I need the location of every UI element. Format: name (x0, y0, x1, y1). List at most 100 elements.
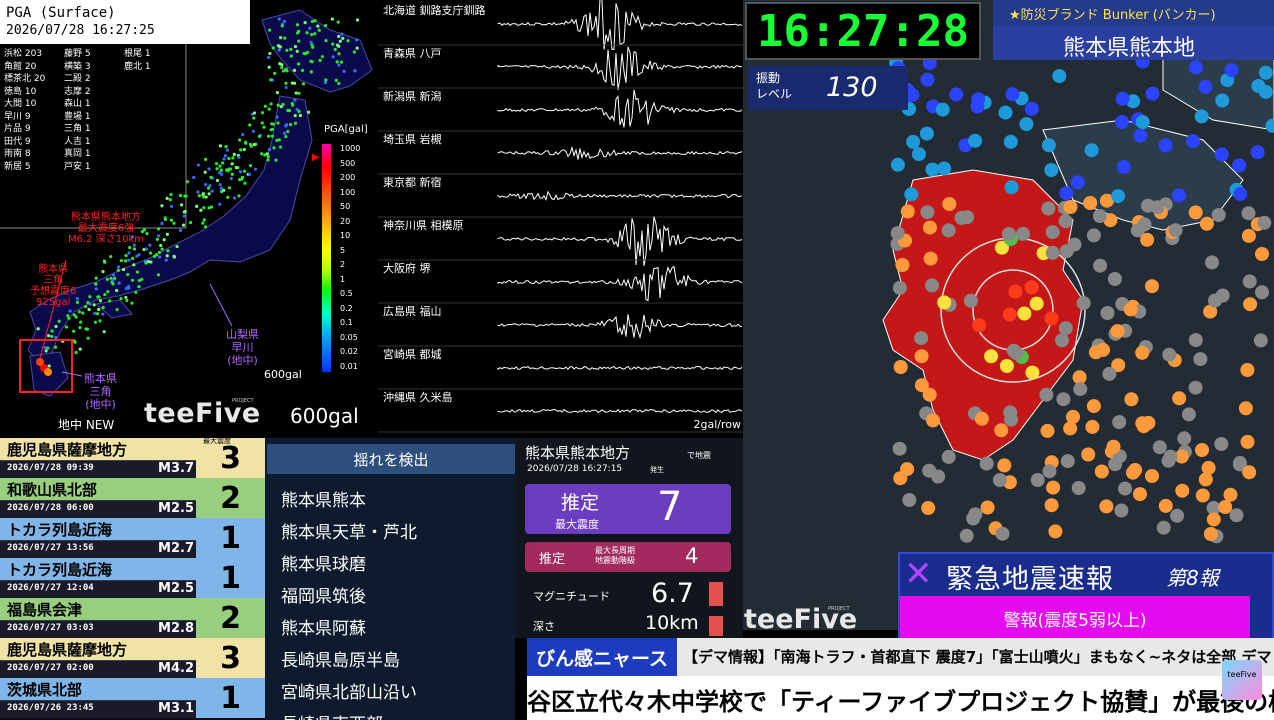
intensity-station-dot (1004, 180, 1019, 195)
seismogram-unit: 2gal/row (693, 418, 742, 431)
station-dot (284, 81, 288, 85)
long-period-box: 推定 最大長周期 地震動階級 4 (525, 542, 731, 572)
history-row-bg: 茨城県北部 2026/07/26 23:45 M3.1 (0, 678, 196, 718)
intensity-station-dot (1073, 382, 1088, 397)
station-dot (203, 170, 207, 174)
ticker-label: びん感ニャース (527, 638, 677, 676)
ticker-text: 【デマ情報】「南海トラフ・首都直下 震度7」「富士山噴火」まもなく~ネタは全部 … (683, 648, 1272, 666)
estimated-intensity-box: 推定 最大震度 7 (525, 484, 731, 534)
intensity-station-dot (1172, 391, 1187, 406)
intensity-station-dot (1198, 79, 1213, 94)
station-dot-strong (36, 358, 44, 366)
station-dot (96, 312, 100, 316)
detected-area: 熊本県熊本 (281, 491, 366, 511)
station-dot (135, 270, 140, 274)
station-dot (36, 327, 40, 331)
station-dot (109, 255, 113, 259)
station-dot (92, 303, 96, 307)
intensity-station-dot (1194, 109, 1209, 124)
intensity-station-dot (1203, 527, 1218, 541)
station-dot (119, 296, 123, 301)
station-dot (127, 258, 131, 262)
intensity-station-dot (1186, 134, 1200, 149)
station-dot (308, 26, 312, 30)
intensity-station-dot (1006, 343, 1021, 358)
intensity-station-dot (1005, 87, 1020, 102)
station-dot (47, 364, 51, 368)
intensity-station-dot (1215, 93, 1230, 108)
station-dot (297, 29, 301, 33)
history-row-bg: トカラ列島近海 2026/07/27 13:56 M2.7 (0, 518, 196, 558)
station-dot (202, 195, 206, 199)
news-line: 谷区立代々木中学校で「ティーファイブプロジェクト協賛」が最後の校舎 (527, 676, 1274, 720)
intensity-station-dot (1055, 333, 1069, 348)
station-dot (204, 157, 208, 161)
intensity-station-dot (1158, 498, 1173, 513)
station-dot (155, 237, 160, 241)
station-dot (97, 307, 101, 312)
pga-station-entry: 徳島 10 (4, 86, 37, 97)
est-label: 推定 (561, 492, 600, 514)
station-dot (297, 62, 301, 66)
station-dot (292, 68, 297, 72)
station-dot (313, 19, 317, 23)
station-dot (269, 128, 273, 132)
pga-station-entry: 標茶北 20 (4, 74, 46, 84)
intensity-station-dot (1188, 60, 1203, 75)
station-dot (227, 186, 232, 190)
intensity-station-dot (1099, 499, 1114, 514)
station-dot (257, 134, 262, 139)
station-dot (318, 58, 322, 62)
scale-tick-label: 0.02 (340, 347, 358, 356)
station-dot (88, 302, 92, 306)
scale-big-label: 600gal (290, 404, 359, 428)
detected-area: 熊本県阿蘇 (281, 619, 366, 639)
intensity-station-dot (1116, 159, 1131, 174)
station-dot (310, 60, 314, 64)
station-dot (156, 273, 161, 277)
intensity-station-dot (1243, 297, 1258, 312)
station-dot (277, 48, 281, 52)
station-dot (340, 32, 344, 36)
station-dot (248, 123, 252, 127)
station-dot (335, 43, 340, 47)
station-dot (323, 23, 328, 28)
scale-tick-label: 1 (340, 274, 346, 284)
station-dot (274, 158, 278, 162)
history-magnitude: M2.5 (158, 501, 194, 516)
intensity-station-dot (1251, 79, 1266, 93)
station-dot (131, 256, 135, 261)
station-dot (222, 188, 226, 192)
station-dot (267, 107, 271, 111)
station-dot (111, 278, 115, 282)
intensity-station-dot (1257, 215, 1272, 230)
intensity-station-dot (1083, 196, 1098, 210)
station-dot (294, 91, 298, 95)
seismogram-station-label: 埼玉県 岩槻 (383, 133, 442, 146)
station-dot (124, 295, 128, 300)
station-dot (234, 165, 238, 170)
intensity-station-dot (1076, 296, 1091, 311)
seismogram-station-label: 青森県 八戸 (383, 47, 442, 60)
station-dot (188, 220, 193, 225)
detected-shaking-panel: 揺れを検出 熊本県熊本 熊本県天草・芦北 熊本県球磨 福岡県筑後 熊本県阿蘇 長崎県島原半… (265, 438, 515, 720)
history-region: 鹿児島県薩摩地方 (7, 641, 128, 659)
station-dot (126, 272, 130, 277)
station-dot (74, 315, 78, 319)
magnitude-label: マグニチュード (533, 590, 610, 603)
intensity-station-dot (1214, 147, 1229, 162)
station-dot (339, 60, 344, 64)
station-dot (268, 28, 272, 32)
station-dot (130, 278, 135, 282)
intensity-station-dot (921, 501, 936, 515)
scale-title: PGA[gal] (324, 124, 368, 135)
intensity-station-dot (1004, 412, 1019, 427)
station-dot (224, 144, 228, 149)
station-dot (111, 282, 115, 286)
history-region: トカラ列島近海 (7, 521, 113, 539)
intensity-station-dot (1112, 415, 1127, 430)
station-dot (207, 186, 211, 190)
station-note-right: 山梨県 早川 (地中) (226, 328, 259, 367)
intensity-station-dot (1242, 274, 1257, 289)
station-dot (185, 180, 190, 184)
